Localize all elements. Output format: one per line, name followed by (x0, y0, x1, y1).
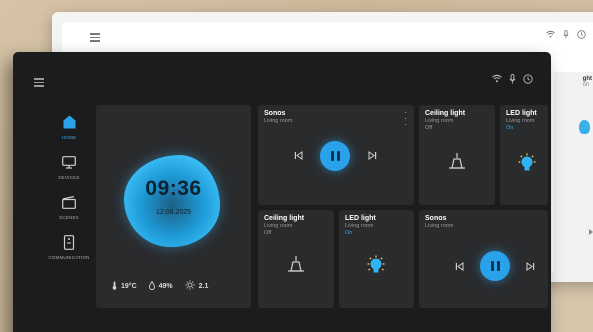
clock-blob (124, 155, 220, 247)
sidebar-item-label: HOME (61, 135, 77, 140)
temperature: 19°C (112, 281, 137, 292)
wifi-icon (546, 30, 555, 41)
tile-state: Off (425, 125, 433, 131)
tile-state: On (506, 125, 514, 131)
mic-icon (563, 30, 569, 41)
sun: 2.1 (184, 280, 209, 292)
tile-title: Ceiling light (264, 215, 305, 222)
droplet-icon (148, 280, 155, 292)
back-status-icons (546, 30, 586, 41)
previous-icon[interactable] (455, 262, 464, 274)
status-icons (492, 74, 533, 86)
humidity-value: 49% (158, 282, 173, 290)
ceiling-light-tile-top[interactable]: Ceiling light Living room Off (419, 105, 495, 205)
pause-button[interactable] (320, 141, 350, 171)
sonos-tile-bottom[interactable]: Sonos Living room (419, 210, 548, 308)
clock-date: 12.06.2025 (155, 209, 192, 216)
tile-room: Living room (506, 118, 535, 124)
sidebar-item-communication[interactable]: COMMUNICATION (39, 232, 99, 260)
sidebar: HOME DEVICES SCENES COMMUNICATION (39, 112, 99, 272)
ceiling-lamp-icon (287, 256, 305, 281)
previous-icon[interactable] (294, 151, 303, 163)
next-icon[interactable] (526, 262, 535, 274)
bulb-icon (365, 255, 387, 282)
front-panel: HOME DEVICES SCENES COMMUNICATION 09:36 … (13, 52, 551, 332)
menu-icon[interactable] (34, 78, 44, 89)
tile-state: On (345, 230, 353, 236)
sonos-tile-top[interactable]: Sonos Living room · · · (258, 105, 414, 205)
back-menu-icon (90, 33, 100, 44)
sidebar-item-label: COMMUNICATION (48, 255, 90, 260)
sidebar-item-label: DEVICES (58, 175, 80, 180)
scenes-icon (62, 192, 76, 212)
tile-room: Living room (425, 118, 454, 124)
bulb-icon (516, 153, 538, 180)
sidebar-item-scenes[interactable]: SCENES (39, 192, 99, 220)
sidebar-item-devices[interactable]: DEVICES (39, 152, 99, 180)
thermometer-icon (112, 281, 117, 292)
sidebar-item-label: SCENES (59, 215, 79, 220)
monitor-icon (62, 152, 76, 172)
ceiling-light-tile-bottom[interactable]: Ceiling light Living room Off (258, 210, 334, 308)
home-icon (63, 112, 76, 132)
tile-title: Ceiling light (425, 110, 466, 117)
clock-icon (523, 74, 533, 86)
clock-card[interactable]: 09:36 12.06.2025 19°C 49% 2.1 (96, 105, 251, 308)
back-tile-text: ght on (582, 76, 592, 88)
clock-icon (577, 30, 586, 41)
tile-room: Living room (345, 223, 374, 229)
humidity: 49% (148, 280, 173, 292)
clock-time: 09:36 (145, 177, 202, 200)
tile-room: Living room (425, 223, 454, 229)
tile-title: Sonos (425, 215, 447, 222)
door-phone-icon (63, 232, 75, 252)
bulb-icon (579, 120, 590, 134)
ceiling-lamp-icon (448, 153, 466, 178)
more-icon[interactable]: · · · (404, 109, 407, 129)
tile-room: Living room (264, 118, 293, 124)
led-light-tile-top[interactable]: LED light Living room On (500, 105, 548, 205)
pause-icon (490, 261, 500, 271)
back-tile (554, 72, 593, 282)
tile-title: LED light (506, 110, 537, 117)
temperature-value: 19°C (121, 282, 137, 290)
tile-state: Off (264, 230, 272, 236)
tile-room: Living room (264, 223, 293, 229)
tile-title: Sonos (264, 110, 286, 117)
tile-title: LED light (345, 215, 376, 222)
led-light-tile-bottom[interactable]: LED light Living room On (339, 210, 414, 308)
wifi-icon (492, 74, 502, 86)
pause-button[interactable] (480, 251, 510, 281)
next-icon (588, 228, 593, 238)
mic-icon (509, 74, 516, 86)
next-icon[interactable] (368, 151, 377, 163)
sidebar-item-home[interactable]: HOME (39, 112, 99, 140)
weather-row: 19°C 49% 2.1 (112, 280, 208, 292)
sun-icon (184, 280, 195, 292)
sun-value: 2.1 (198, 282, 209, 290)
pause-icon (330, 151, 340, 161)
